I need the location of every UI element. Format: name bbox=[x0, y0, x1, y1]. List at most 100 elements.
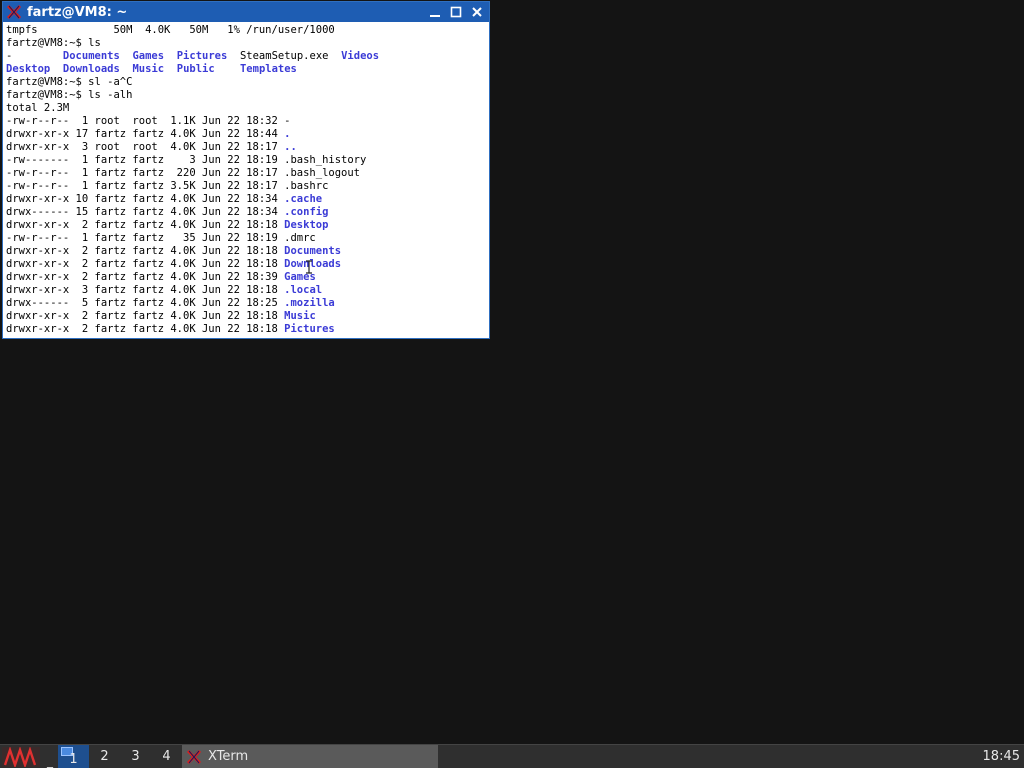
taskbar-xterm-button[interactable]: XTerm bbox=[182, 745, 438, 768]
xterm-window[interactable]: fartz@VM8: ~ tmpfs 50M 4.0K 50M 1% /run/… bbox=[2, 1, 490, 339]
directory-name: Documents bbox=[62, 50, 120, 62]
xterm-icon bbox=[5, 3, 23, 21]
terminal-text: drwxr-xr-x 3 root root 4.0K Jun 22 18:17 bbox=[6, 141, 285, 153]
menu-logo-icon bbox=[2, 746, 40, 767]
terminal-line: drwxr-xr-x 3 root root 4.0K Jun 22 18:17… bbox=[6, 141, 489, 154]
directory-name: Pictures bbox=[284, 323, 335, 335]
terminal-text: -rw------- 1 fartz fartz 3 Jun 22 18:19 … bbox=[6, 154, 367, 166]
directory-name: Games bbox=[132, 50, 165, 62]
terminal-line: fartz@VM8:~$ ls -alh bbox=[6, 89, 489, 102]
terminal-text: -rw-r--r-- 1 fartz fartz 220 Jun 22 18:1… bbox=[6, 167, 361, 179]
maximize-button[interactable] bbox=[446, 3, 466, 21]
xterm-icon bbox=[186, 749, 202, 764]
terminal-line: drwxr-xr-x 2 fartz fartz 4.0K Jun 22 18:… bbox=[6, 219, 489, 232]
terminal-line: -rw------- 1 fartz fartz 3 Jun 22 18:19 … bbox=[6, 154, 489, 167]
terminal-text: -rw-r--r-- 1 fartz fartz 35 Jun 22 18:19… bbox=[6, 232, 316, 244]
terminal-text: fartz@VM8:~$ ls -alh bbox=[6, 89, 133, 101]
directory-name: Pictures bbox=[176, 50, 228, 62]
terminal-text: fartz@VM8:~$ ls bbox=[6, 37, 101, 49]
terminal-text: drwxr-xr-x 2 fartz fartz 4.0K Jun 22 18:… bbox=[6, 258, 285, 270]
terminal-text: drwxr-xr-x 17 fartz fartz 4.0K Jun 22 18… bbox=[6, 128, 285, 140]
close-icon bbox=[472, 7, 482, 17]
clock: 18:45 bbox=[982, 749, 1020, 764]
terminal-text: drwxr-xr-x 2 fartz fartz 4.0K Jun 22 18:… bbox=[6, 219, 285, 231]
terminal-line: -rw-r--r-- 1 root root 1.1K Jun 22 18:32… bbox=[6, 115, 489, 128]
directory-name: Music bbox=[284, 310, 316, 322]
directory-name: . bbox=[284, 128, 291, 140]
directory-name: .mozilla bbox=[284, 297, 335, 309]
desktop-3-button[interactable]: 3 bbox=[120, 745, 151, 768]
desktop-2-button[interactable]: 2 bbox=[89, 745, 120, 768]
show-desktop-button[interactable]: _ bbox=[43, 745, 57, 768]
terminal-line: drwxr-xr-x 17 fartz fartz 4.0K Jun 22 18… bbox=[6, 128, 489, 141]
terminal-text: drwxr-xr-x 2 fartz fartz 4.0K Jun 22 18:… bbox=[6, 271, 285, 283]
desktop-label: 2 bbox=[100, 749, 109, 764]
terminal-line: -rw-r--r-- 1 fartz fartz 3.5K Jun 22 18:… bbox=[6, 180, 489, 193]
desktop-label: 4 bbox=[162, 749, 171, 764]
terminal-text: fartz@VM8:~$ sl -a^C bbox=[6, 76, 133, 88]
directory-name: Videos bbox=[341, 50, 380, 62]
terminal-line: fartz@VM8:~$ sl -a^C bbox=[6, 76, 489, 89]
directory-name: Templates bbox=[239, 63, 297, 75]
terminal-output[interactable]: tmpfs 50M 4.0K 50M 1% /run/user/1000 fart… bbox=[3, 22, 489, 338]
text-cursor-icon bbox=[306, 260, 312, 274]
terminal-text: -rw-r--r-- 1 fartz fartz 3.5K Jun 22 18:… bbox=[6, 180, 329, 192]
desktop-4-button[interactable]: 4 bbox=[151, 745, 182, 768]
directory-name: Downloads bbox=[62, 63, 120, 75]
directory-name: Documents bbox=[284, 245, 342, 257]
terminal-text: drwxr-xr-x 2 fartz fartz 4.0K Jun 22 18:… bbox=[6, 310, 285, 322]
terminal-text: SteamSetup.exe bbox=[227, 50, 342, 62]
terminal-text: total 2.3M bbox=[6, 102, 70, 114]
directory-name: Desktop bbox=[6, 63, 51, 75]
terminal-line: drwxr-xr-x 10 fartz fartz 4.0K Jun 22 18… bbox=[6, 193, 489, 206]
terminal-line: tmpfs 50M 4.0K 50M 1% /run/user/1000 bbox=[6, 24, 489, 37]
terminal-line: drwxr-xr-x 2 fartz fartz 4.0K Jun 22 18:… bbox=[6, 258, 489, 271]
maximize-icon bbox=[450, 6, 462, 18]
terminal-text: -rw-r--r-- 1 root root 1.1K Jun 22 18:32… bbox=[6, 115, 291, 127]
terminal-text: drwx------ 15 fartz fartz 4.0K Jun 22 18… bbox=[6, 206, 285, 218]
desktop-label: 3 bbox=[131, 749, 140, 764]
window-title: fartz@VM8: ~ bbox=[27, 4, 128, 20]
taskbar-task-label: XTerm bbox=[208, 749, 249, 764]
terminal-text: - bbox=[6, 50, 63, 62]
terminal-line: drwx------ 15 fartz fartz 4.0K Jun 22 18… bbox=[6, 206, 489, 219]
terminal-text: drwxr-xr-x 2 fartz fartz 4.0K Jun 22 18:… bbox=[6, 323, 285, 335]
terminal-line: drwxr-xr-x 2 fartz fartz 4.0K Jun 22 18:… bbox=[6, 323, 489, 336]
terminal-text: drwxr-xr-x 10 fartz fartz 4.0K Jun 22 18… bbox=[6, 193, 285, 205]
terminal-text: drwx------ 5 fartz fartz 4.0K Jun 22 18:… bbox=[6, 297, 285, 309]
terminal-line: total 2.3M bbox=[6, 102, 489, 115]
terminal-line: -rw-r--r-- 1 fartz fartz 35 Jun 22 18:19… bbox=[6, 232, 489, 245]
close-button[interactable] bbox=[467, 3, 487, 21]
terminal-line: drwx------ 5 fartz fartz 4.0K Jun 22 18:… bbox=[6, 297, 489, 310]
directory-name: Public bbox=[176, 63, 215, 75]
directory-name: Desktop bbox=[284, 219, 329, 231]
desktop-label: 1 bbox=[69, 752, 78, 767]
directory-name: .local bbox=[284, 284, 323, 296]
directory-name: Music bbox=[132, 63, 165, 75]
terminal-line: fartz@VM8:~$ ls bbox=[6, 37, 489, 50]
desktop-pager: 1 2 3 4 bbox=[58, 745, 182, 768]
show-desktop-label: _ bbox=[47, 754, 53, 768]
start-menu-button[interactable] bbox=[0, 745, 42, 768]
terminal-line: -rw-r--r-- 1 fartz fartz 220 Jun 22 18:1… bbox=[6, 167, 489, 180]
window-titlebar[interactable]: fartz@VM8: ~ bbox=[3, 2, 489, 22]
terminal-text: drwxr-xr-x 3 fartz fartz 4.0K Jun 22 18:… bbox=[6, 284, 285, 296]
desktop-1-button[interactable]: 1 bbox=[58, 745, 89, 768]
terminal-line: drwxr-xr-x 2 fartz fartz 4.0K Jun 22 18:… bbox=[6, 245, 489, 258]
terminal-line: Desktop Downloads Music Public Templates bbox=[6, 63, 489, 76]
directory-name: .cache bbox=[284, 193, 323, 205]
terminal-line: drwxr-xr-x 2 fartz fartz 4.0K Jun 22 18:… bbox=[6, 271, 489, 284]
terminal-text: tmpfs 50M 4.0K 50M 1% /run/user/1000 bbox=[6, 24, 335, 36]
taskbar: _ 1 2 3 4 XTerm 18:45 bbox=[0, 744, 1024, 768]
minimize-button[interactable] bbox=[425, 3, 445, 21]
terminal-text: drwxr-xr-x 2 fartz fartz 4.0K Jun 22 18:… bbox=[6, 245, 285, 257]
terminal-line: drwxr-xr-x 2 fartz fartz 4.0K Jun 22 18:… bbox=[6, 310, 489, 323]
directory-name: .. bbox=[284, 141, 297, 153]
minimize-icon bbox=[430, 15, 440, 17]
